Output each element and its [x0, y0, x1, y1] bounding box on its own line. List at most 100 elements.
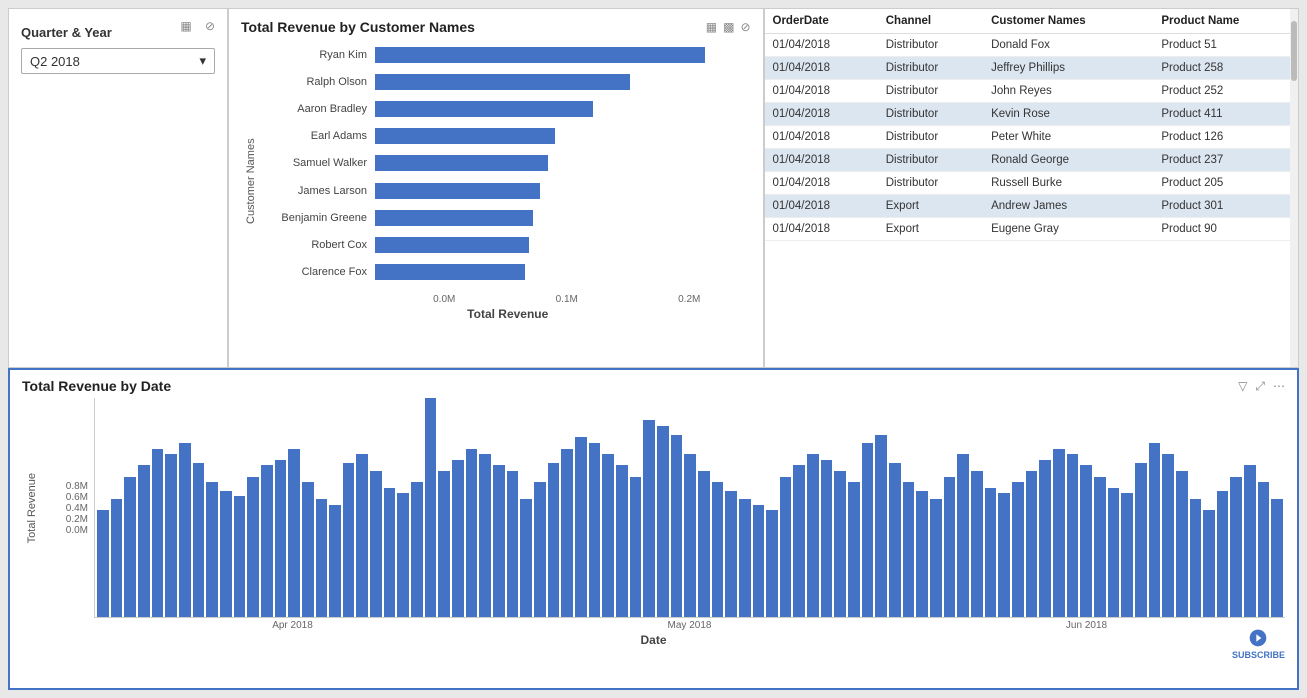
bottom-bar — [124, 477, 136, 617]
bottom-bar — [1149, 443, 1161, 617]
bottom-bar — [985, 488, 997, 617]
bottom-bar — [903, 482, 915, 617]
col-orderdate: OrderDate — [765, 9, 878, 34]
bar-fill — [375, 155, 548, 171]
table-row[interactable]: 01/04/2018DistributorRussell BurkeProduc… — [765, 172, 1299, 195]
table-cell: Distributor — [878, 80, 983, 103]
col-channel: Channel — [878, 9, 983, 34]
bottom-bar — [411, 482, 423, 617]
bar-chart-title: Total Revenue by Customer Names — [241, 19, 475, 35]
x-tick-1: 0.1M — [506, 294, 629, 305]
bottom-bar — [165, 454, 177, 617]
bottom-bar — [1258, 482, 1270, 617]
bottom-bar — [329, 505, 341, 617]
bottom-bar — [452, 460, 464, 617]
table-cell: 01/04/2018 — [765, 80, 878, 103]
bottom-bar — [220, 491, 232, 617]
filter-dropdown[interactable]: Q2 2018 ▾ — [21, 48, 215, 74]
bottom-bar — [1121, 493, 1133, 617]
bottom-bar — [1271, 499, 1283, 617]
table-cell: Distributor — [878, 57, 983, 80]
table-cell: Product 301 — [1153, 195, 1298, 218]
bottom-bar — [1080, 465, 1092, 617]
table-cell: Andrew James — [983, 195, 1153, 218]
table-row[interactable]: 01/04/2018DistributorJeffrey PhillipsPro… — [765, 57, 1299, 80]
bar-track[interactable] — [375, 210, 751, 226]
bottom-bar — [520, 499, 532, 617]
bottom-bar — [384, 488, 396, 617]
line-chart-expand-icon[interactable]: ⤢ — [1255, 379, 1265, 394]
bar-row: Aaron Bradley — [265, 98, 751, 120]
bar-chart-header: Total Revenue by Customer Names ▦ ▩ ⊘ — [241, 19, 751, 35]
bottom-bar — [684, 454, 696, 617]
subscribe-icon — [1248, 628, 1268, 648]
bottom-bars-container — [94, 398, 1285, 618]
table-cell: Distributor — [878, 149, 983, 172]
table-row[interactable]: 01/04/2018DistributorDonald FoxProduct 5… — [765, 34, 1299, 57]
chevron-down-icon: ▾ — [199, 53, 206, 69]
table-row[interactable]: 01/04/2018DistributorJohn ReyesProduct 2… — [765, 80, 1299, 103]
table-scroll[interactable]: OrderDate Channel Customer Names Product… — [765, 9, 1299, 349]
bottom-bar — [425, 398, 437, 617]
bar-label: Ralph Olson — [265, 76, 375, 88]
line-chart-panel: Total Revenue by Date ▽ ⤢ ⋯ Total Revenu… — [8, 368, 1299, 690]
line-chart-more-icon[interactable]: ⋯ — [1273, 379, 1285, 393]
bottom-bar — [1012, 482, 1024, 617]
table-body: 01/04/2018DistributorDonald FoxProduct 5… — [765, 34, 1299, 241]
scrollbar[interactable] — [1290, 9, 1298, 367]
bar-chart-container: Customer Names Ryan KimRalph OlsonAaron … — [241, 41, 751, 321]
bottom-bar — [862, 443, 874, 617]
bar-track[interactable] — [375, 101, 751, 117]
x-tick-2: 0.2M — [628, 294, 751, 305]
bottom-bar — [261, 465, 273, 617]
table-cell: 01/04/2018 — [765, 57, 878, 80]
y-tick-1: 0.6M — [66, 492, 88, 503]
bar-track[interactable] — [375, 183, 751, 199]
line-chart-filter-icon[interactable]: ▽ — [1238, 379, 1247, 393]
table-row[interactable]: 01/04/2018DistributorRonald GeorgeProduc… — [765, 149, 1299, 172]
bottom-bar — [1026, 471, 1038, 617]
table-row[interactable]: 01/04/2018ExportAndrew JamesProduct 301 — [765, 195, 1299, 218]
bar-track[interactable] — [375, 47, 751, 63]
bar-chart-no-icon[interactable]: ⊘ — [740, 20, 750, 34]
data-table: OrderDate Channel Customer Names Product… — [765, 9, 1299, 241]
bottom-bar — [247, 477, 259, 617]
bottom-x-tick-2: Jun 2018 — [888, 620, 1285, 631]
bottom-bar — [848, 482, 860, 617]
bar-track[interactable] — [375, 128, 751, 144]
bar-track[interactable] — [375, 264, 751, 280]
bottom-bar — [821, 460, 833, 617]
bar-label: Samuel Walker — [265, 157, 375, 169]
bottom-bar — [97, 510, 109, 617]
bottom-y-axis: 0.8M 0.6M 0.4M 0.2M 0.0M — [44, 481, 94, 536]
y-tick-2: 0.4M — [66, 503, 88, 514]
bar-row: Clarence Fox — [265, 261, 751, 283]
bar-fill — [375, 101, 593, 117]
bar-label: Benjamin Greene — [265, 212, 375, 224]
bottom-bar — [1067, 454, 1079, 617]
bar-chart-icon2[interactable]: ▩ — [723, 20, 734, 34]
table-cell: Product 90 — [1153, 218, 1298, 241]
bar-track[interactable] — [375, 237, 751, 253]
bar-track[interactable] — [375, 74, 751, 90]
bottom-bar — [944, 477, 956, 617]
bar-chart-icon1[interactable]: ▦ — [706, 20, 717, 34]
bar-row: Ryan Kim — [265, 44, 751, 66]
table-cell: Product 411 — [1153, 103, 1298, 126]
filter-no-icon[interactable]: ⊘ — [201, 17, 219, 35]
bottom-bar — [206, 482, 218, 617]
bottom-bar — [493, 465, 505, 617]
bar-track[interactable] — [375, 155, 751, 171]
bottom-bar — [438, 471, 450, 617]
table-cell: Product 205 — [1153, 172, 1298, 195]
bottom-bar — [630, 477, 642, 617]
filter-bar-icon[interactable]: ▦ — [177, 17, 195, 35]
col-product: Product Name — [1153, 9, 1298, 34]
subscribe-button[interactable]: SUBSCRIBE — [1232, 628, 1285, 660]
table-row[interactable]: 01/04/2018DistributorKevin RoseProduct 4… — [765, 103, 1299, 126]
table-row[interactable]: 01/04/2018ExportEugene GrayProduct 90 — [765, 218, 1299, 241]
bar-fill — [375, 74, 630, 90]
bottom-chart-area: Total Revenue 0.8M 0.6M 0.4M 0.2M 0.0M — [22, 398, 1285, 618]
table-row[interactable]: 01/04/2018DistributorPeter WhiteProduct … — [765, 126, 1299, 149]
bottom-bar — [397, 493, 409, 617]
